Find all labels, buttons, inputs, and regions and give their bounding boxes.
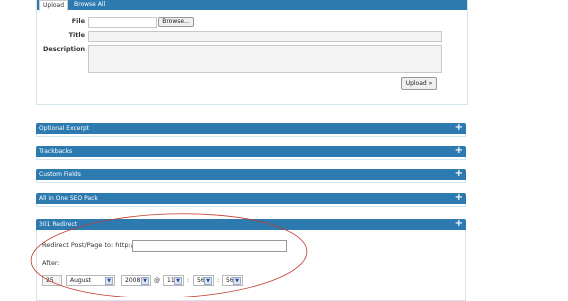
annotation-ellipse-stroke: [30, 213, 308, 297]
annotation-ellipse: [30, 213, 308, 297]
